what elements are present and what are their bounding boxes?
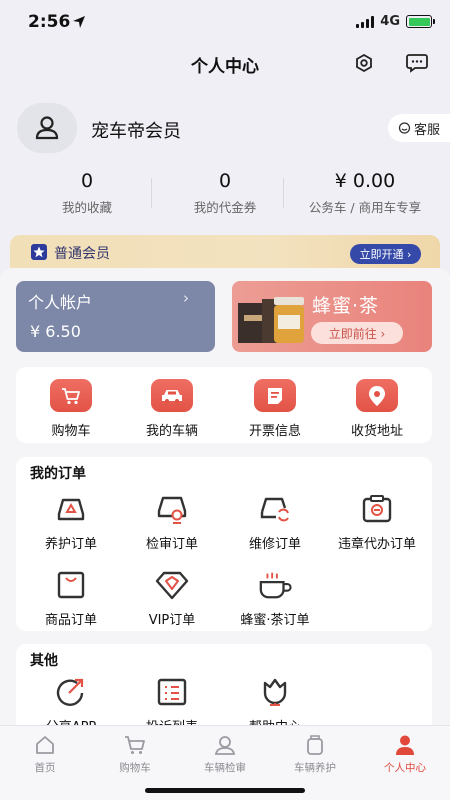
order-vip[interactable]: VIP订单	[120, 568, 224, 628]
avatar[interactable]	[17, 103, 77, 153]
order-label: VIP订单	[148, 613, 196, 628]
quick-link-label: 开票信息	[248, 424, 301, 439]
tab-label: 首页	[34, 762, 56, 774]
tab-label: 购物车	[119, 762, 151, 774]
order-label: 蜂蜜·茶订单	[240, 613, 310, 628]
tab-cart[interactable]: 购物车	[90, 733, 180, 775]
shopping-bag-icon	[54, 568, 88, 602]
quick-link-label: 收货地址	[350, 424, 403, 439]
order-label: 检审订单	[145, 537, 198, 552]
location-arrow-icon	[73, 16, 85, 28]
membership-level: 普通会员	[54, 246, 110, 262]
quick-link-invoice[interactable]: 开票信息	[223, 379, 327, 439]
order-inspection[interactable]: 检审订单	[120, 492, 224, 552]
orders-section-title: 我的订单	[30, 466, 86, 482]
favorites-label: 我的收藏	[61, 200, 112, 215]
order-label: 维修订单	[248, 537, 301, 552]
tea-cup-icon	[258, 568, 292, 602]
invoice-icon	[254, 379, 296, 412]
violation-order-icon	[360, 492, 394, 526]
order-maintenance[interactable]: 养护订单	[19, 492, 123, 552]
chat-bubble-icon	[398, 121, 411, 134]
tab-home[interactable]: 首页	[0, 733, 90, 775]
diamond-icon	[155, 568, 189, 602]
tea-product-image	[238, 297, 304, 343]
business-balance-stat[interactable]: ¥ 0.00 公务车 / 商用车专享	[290, 170, 440, 216]
tab-personal-center[interactable]: 个人中心	[360, 733, 450, 775]
home-icon	[32, 733, 58, 757]
customer-service-label: 客服	[413, 122, 440, 138]
order-honey-tea[interactable]: 蜂蜜·茶订单	[223, 568, 327, 628]
user-icon	[35, 116, 59, 140]
quick-link-cart[interactable]: 购物车	[19, 379, 123, 439]
person-icon	[392, 733, 418, 757]
status-time: 2:56	[28, 12, 71, 32]
tab-label: 个人中心	[384, 762, 426, 774]
location-icon	[356, 379, 398, 412]
business-balance-value: ¥ 0.00	[334, 170, 396, 192]
complaint-list-icon	[155, 675, 189, 709]
other-section-title: 其他	[30, 653, 58, 669]
order-repair[interactable]: 维修订单	[223, 492, 327, 552]
settings-icon[interactable]	[353, 52, 375, 74]
chevron-right-icon: ›	[183, 289, 189, 307]
maintenance-order-icon	[54, 492, 88, 526]
business-balance-label: 公务车 / 商用车专享	[308, 200, 422, 215]
help-icon	[258, 675, 292, 709]
favorites-stat[interactable]: 0 我的收藏	[12, 170, 162, 216]
order-label: 养护订单	[44, 537, 97, 552]
tab-label: 车辆养护	[294, 762, 336, 774]
activate-membership-button[interactable]: 立即开通 ›	[350, 244, 421, 264]
tab-label: 车辆检审	[204, 762, 246, 774]
car-icon	[151, 379, 193, 412]
quick-link-address[interactable]: 收货地址	[325, 379, 429, 439]
maintenance-icon	[302, 733, 328, 757]
tab-vehicle-inspection[interactable]: 车辆检审	[180, 733, 270, 775]
page-title: 个人中心	[191, 57, 259, 77]
account-title: 个人帐户	[28, 293, 93, 312]
home-indicator	[145, 788, 305, 793]
promo-go-button[interactable]: 立即前往 ›	[311, 322, 403, 344]
repair-order-icon	[258, 492, 292, 526]
order-label: 商品订单	[44, 613, 97, 628]
vouchers-count: 0	[218, 170, 232, 192]
cart-icon	[50, 379, 92, 412]
account-balance: ¥ 6.50	[30, 322, 81, 341]
quick-link-label: 我的车辆	[145, 424, 198, 439]
order-goods[interactable]: 商品订单	[19, 568, 123, 628]
quick-link-my-vehicles[interactable]: 我的车辆	[120, 379, 224, 439]
divider	[283, 178, 284, 208]
customer-service-button[interactable]: 客服	[388, 114, 450, 142]
promo-title: 蜂蜜·茶	[312, 295, 380, 317]
vouchers-stat[interactable]: 0 我的代金券	[150, 170, 300, 216]
signal-icon	[356, 15, 375, 28]
inspection-order-icon	[155, 492, 189, 526]
tab-vehicle-maintenance[interactable]: 车辆养护	[270, 733, 360, 775]
message-icon[interactable]	[406, 52, 428, 74]
status-indicators: 4G	[356, 14, 435, 29]
quick-link-label: 购物车	[51, 424, 91, 439]
order-label: 违章代办订单	[337, 537, 416, 552]
username[interactable]: 宠车帝会员	[91, 117, 181, 143]
network-label: 4G	[380, 14, 400, 29]
inspection-icon	[212, 733, 238, 757]
order-violation[interactable]: 违章代办订单	[325, 492, 429, 552]
member-badge-icon	[31, 244, 47, 260]
share-icon	[54, 675, 88, 709]
cart-icon	[122, 733, 148, 757]
battery-icon	[406, 15, 435, 28]
vouchers-label: 我的代金券	[193, 200, 257, 215]
favorites-count: 0	[80, 170, 94, 192]
